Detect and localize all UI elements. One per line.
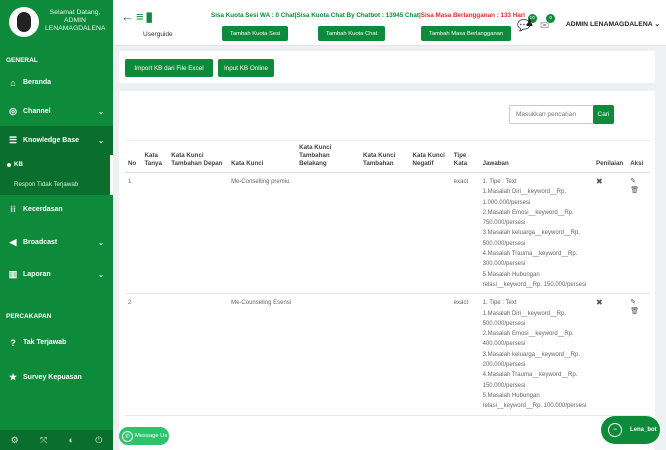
close-icon[interactable]: ✖	[596, 298, 603, 307]
sidebar-item-survey[interactable]: ★ Survey Kepuasan	[0, 363, 113, 392]
book-icon[interactable]: ▮	[146, 9, 153, 25]
sidebar-item-tak-terjawab[interactable]: ? Tak Terjawab	[0, 328, 113, 357]
sidebar-item-beranda[interactable]: ⌂ Beranda	[0, 68, 113, 97]
sidebar-subitem-kb[interactable]: KB	[0, 155, 110, 175]
mail-notification-icon[interactable]: ✉ 0	[540, 14, 556, 32]
greeting-text: Selamat Datang,	[49, 9, 101, 16]
section-general: GENERAL	[6, 57, 38, 64]
trash-icon[interactable]: 🗑	[630, 186, 647, 195]
search-button[interactable]: Cari	[593, 105, 614, 124]
cell-tipe: exact	[450, 172, 480, 295]
whatsapp-icon: ✆	[122, 430, 133, 442]
kb-table: No Kata Tanya Kata Kunci Tambahan Depan …	[125, 140, 650, 416]
quota-wa: Sisa Kuota Sesi WA : 0 Chat	[211, 12, 295, 19]
sidebar-footer: ⚙ ⤧ ◐ ⏻	[0, 430, 113, 450]
chatbot-button[interactable]: − Lena_bot	[601, 416, 660, 444]
chart-icon: ▥	[8, 269, 18, 279]
trash-icon[interactable]: 🗑	[630, 307, 647, 316]
chat-bubble-icon: −	[608, 423, 622, 437]
sidebar: Selamat Datang, ADMIN LENAMAGDALENA GENE…	[0, 0, 113, 450]
chevron-down-icon: ⌄	[98, 137, 104, 145]
topbar: ← ≡ ▮ Userguide Sisa Kuota Sesi WA : 0 C…	[113, 0, 666, 46]
quota-period: |Sisa Masa Berlangganan : 133 Hari	[418, 12, 526, 19]
col-no: No	[125, 140, 142, 173]
notification-badge: 0	[546, 14, 556, 23]
chevron-down-icon: ⌄	[98, 239, 104, 247]
chevron-down-icon: ⌄	[98, 271, 104, 279]
content-card: Cari No Kata Tanya Kata Kunci Tambahan D…	[119, 91, 655, 450]
admin-dropdown[interactable]: ADMIN LENAMAGDALENA ⌄	[566, 20, 660, 28]
power-icon[interactable]: ⏻	[95, 435, 102, 446]
star-icon: ★	[8, 372, 18, 382]
col-tipe: Tipe Kata	[450, 140, 480, 173]
table-row: 1 Me-Conselling premiu exact 1. Tipe : T…	[125, 172, 650, 295]
home-icon: ⌂	[10, 77, 16, 88]
add-subscription-button[interactable]: Tambah Masa Berlangganan	[421, 26, 512, 41]
col-kata-kunci: Kata Kunci	[228, 140, 297, 173]
sidebar-subitem-respon[interactable]: Respon Tidak Terjawab	[0, 175, 110, 195]
import-excel-button[interactable]: Import KB dari File Excel	[125, 59, 213, 77]
cell-kata-kunci: Me-Counseling Esensi	[228, 293, 297, 416]
cell-jawaban: 1. Tipe : Text 1.Masalah Diri__keyword__…	[479, 172, 594, 295]
user-panel: Selamat Datang, ADMIN LENAMAGDALENA	[0, 0, 113, 48]
sidebar-item-kecerdasan[interactable]: ⁝⁝ Kecerdasan	[0, 195, 113, 224]
intelligence-icon: ⁝⁝	[10, 204, 16, 214]
col-negatif: Kata Kunci Negatif	[409, 140, 451, 173]
quota-info: Sisa Kuota Sesi WA : 0 Chat|Sisa Kuota C…	[211, 12, 525, 19]
chevron-down-icon: ⌄	[98, 108, 104, 116]
menu-icon[interactable]: ≡	[136, 9, 144, 25]
sidebar-item-channel[interactable]: ◎ Channel ⌄	[0, 97, 113, 126]
col-jawaban: Jawaban	[479, 140, 594, 173]
input-online-button[interactable]: Input KB Online	[218, 59, 274, 77]
add-chat-quota-button[interactable]: Tambah Kuota Chat	[318, 26, 386, 41]
lock-icon[interactable]: ◐	[68, 435, 73, 445]
user-name: ADMIN LENAMAGDALENA	[45, 17, 106, 32]
userguide-link[interactable]: Userguide	[143, 31, 173, 38]
col-aksi: Aksi	[627, 140, 650, 173]
col-tambahan-depan: Kata Kunci Tambahan Depan	[168, 140, 229, 173]
table-row: 2 Me-Counseling Esensi exact 1. Tipe : T…	[125, 293, 650, 416]
col-kata-tanya: Kata Tanya	[141, 140, 169, 173]
cell-tipe: exact	[450, 293, 480, 416]
database-icon: ☰	[8, 135, 18, 145]
edit-icon[interactable]: ✎	[630, 177, 647, 186]
sidebar-item-laporan[interactable]: ▥ Laporan ⌄	[0, 260, 113, 289]
cell-no: 1	[125, 172, 142, 295]
question-icon: ?	[10, 337, 16, 348]
edit-icon[interactable]: ✎	[630, 298, 647, 307]
avatar	[9, 7, 39, 37]
cell-jawaban: 1. Tipe : Text 1.Masalah Diri__keyword__…	[479, 293, 594, 416]
table-header-row: No Kata Tanya Kata Kunci Tambahan Depan …	[125, 140, 650, 173]
user-icon: ♟	[525, 18, 534, 29]
cell-kata-kunci: Me-Conselling premiu	[228, 172, 297, 295]
back-arrow-icon[interactable]: ←	[121, 9, 134, 25]
section-percakapan: PERCAKAPAN	[6, 313, 52, 320]
col-penilaian: Penilaian	[593, 140, 628, 173]
action-card: Import KB dari File Excel Input KB Onlin…	[119, 51, 655, 83]
search-input[interactable]	[509, 105, 594, 124]
cell-no: 2	[125, 293, 142, 416]
col-tambahan-belakang: Kata Kunci Tambahan Belakang	[296, 140, 361, 173]
quota-bot: |Sisa Kuota Chat By Chatbot : 13945 Chat	[294, 12, 419, 19]
sidebar-item-broadcast[interactable]: ◀ Broadcast ⌄	[0, 228, 113, 257]
knowledge-base-submenu: KB Respon Tidak Terjawab	[0, 155, 113, 195]
settings-icon[interactable]: ⚙	[11, 435, 19, 446]
add-session-quota-button[interactable]: Tambah Kuota Sesi	[222, 26, 289, 41]
col-tambahan: Kata Kunci Tambahan	[360, 140, 410, 173]
close-icon[interactable]: ✖	[596, 177, 603, 186]
sidebar-item-knowledge-base[interactable]: ☰ Knowledge Base ⌄	[0, 126, 113, 155]
channel-icon: ◎	[9, 106, 17, 116]
megaphone-icon: ◀	[9, 237, 17, 247]
fullscreen-icon[interactable]: ⤧	[40, 435, 47, 446]
message-us-button[interactable]: ✆ Message Us	[119, 427, 169, 445]
